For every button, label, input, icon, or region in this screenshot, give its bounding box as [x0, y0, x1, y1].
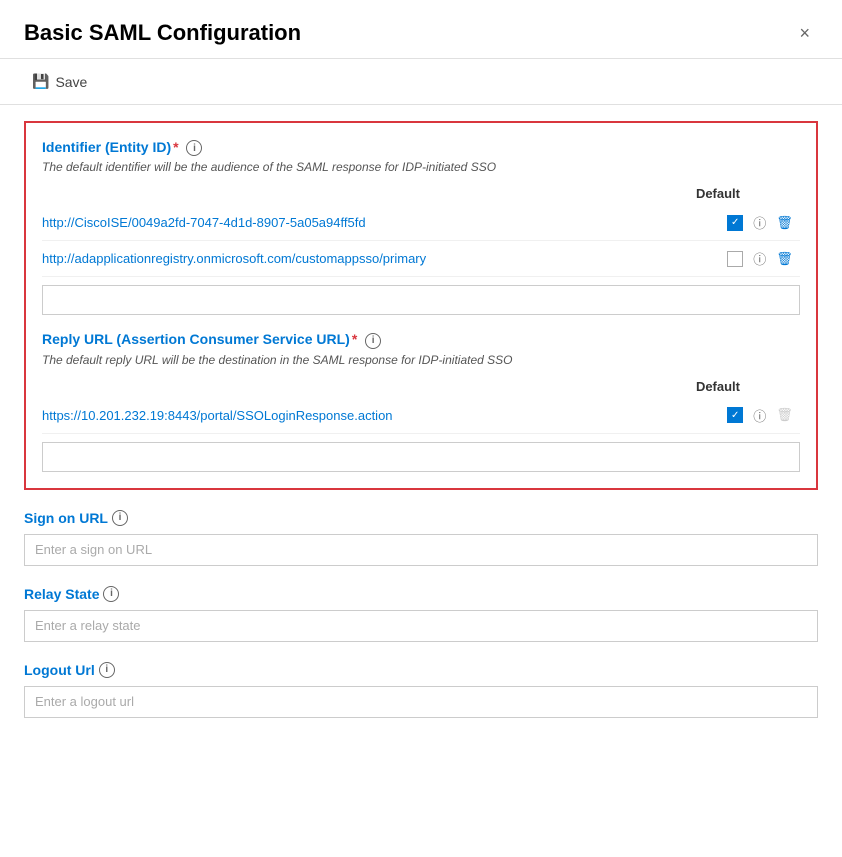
identifier-url-row-2: http://adapplicationregistry.onmicrosoft… — [42, 241, 800, 277]
identifier-default-label: Default — [696, 186, 740, 201]
identifier-url-2-default-checkbox[interactable] — [727, 251, 743, 267]
identifier-section: Identifier (Entity ID)* i The default id… — [42, 139, 800, 315]
save-button[interactable]: 💾 Save — [24, 69, 95, 94]
sign-on-url-info-icon[interactable]: i — [112, 510, 128, 526]
dialog-title: Basic SAML Configuration — [24, 20, 301, 46]
reply-url-info-icon[interactable]: i — [365, 333, 381, 349]
identifier-url-1: http://CiscoISE/0049a2fd-7047-4d1d-8907-… — [42, 215, 720, 230]
reply-url-label: Reply URL (Assertion Consumer Service UR… — [42, 331, 800, 348]
identifier-description: The default identifier will be the audie… — [42, 160, 800, 174]
relay-state-label: Relay State i — [24, 586, 818, 602]
reply-url-default-label: Default — [696, 379, 740, 394]
save-icon: 💾 — [32, 73, 49, 90]
identifier-url-2-delete-icon[interactable]: 🗑 — [776, 251, 793, 267]
required-fields-section: Identifier (Entity ID)* i The default id… — [24, 121, 818, 490]
toolbar: 💾 Save — [0, 59, 842, 105]
identifier-url-1-actions: ⓘ 🗑 — [720, 213, 800, 232]
dialog-body: Identifier (Entity ID)* i The default id… — [0, 105, 842, 762]
identifier-label: Identifier (Entity ID)* i — [42, 139, 800, 156]
sign-on-url-section: Sign on URL i — [24, 510, 818, 566]
save-label: Save — [55, 74, 87, 90]
reply-url-add-input[interactable] — [42, 442, 800, 472]
reply-url-1-info-icon[interactable]: ⓘ — [753, 406, 766, 425]
close-button[interactable]: × — [791, 20, 818, 46]
reply-url-description: The default reply URL will be the destin… — [42, 353, 800, 367]
reply-url-section: Reply URL (Assertion Consumer Service UR… — [42, 331, 800, 471]
dialog-header: Basic SAML Configuration × — [0, 0, 842, 59]
reply-url-1: https://10.201.232.19:8443/portal/SSOLog… — [42, 408, 720, 423]
logout-url-section: Logout Url i — [24, 662, 818, 718]
sign-on-url-label: Sign on URL i — [24, 510, 818, 526]
reply-url-1-actions: ⓘ 🗑 — [720, 406, 800, 425]
identifier-url-2-info-icon[interactable]: ⓘ — [753, 249, 766, 268]
identifier-info-icon[interactable]: i — [186, 140, 202, 156]
reply-url-1-delete-icon: 🗑 — [776, 407, 793, 423]
identifier-url-1-default-checkbox[interactable] — [727, 215, 743, 231]
logout-url-info-icon[interactable]: i — [99, 662, 115, 678]
logout-url-input[interactable] — [24, 686, 818, 718]
identifier-table-header: Default — [42, 186, 800, 201]
identifier-url-1-delete-icon[interactable]: 🗑 — [776, 215, 793, 231]
identifier-add-input[interactable] — [42, 285, 800, 315]
relay-state-info-icon[interactable]: i — [103, 586, 119, 602]
reply-url-row-1: https://10.201.232.19:8443/portal/SSOLog… — [42, 398, 800, 434]
reply-url-table-header: Default — [42, 379, 800, 394]
identifier-url-1-info-icon[interactable]: ⓘ — [753, 213, 766, 232]
reply-url-1-default-checkbox[interactable] — [727, 407, 743, 423]
identifier-url-2: http://adapplicationregistry.onmicrosoft… — [42, 251, 720, 266]
basic-saml-dialog: Basic SAML Configuration × 💾 Save Identi… — [0, 0, 842, 857]
relay-state-section: Relay State i — [24, 586, 818, 642]
identifier-url-row-1: http://CiscoISE/0049a2fd-7047-4d1d-8907-… — [42, 205, 800, 241]
sign-on-url-input[interactable] — [24, 534, 818, 566]
relay-state-input[interactable] — [24, 610, 818, 642]
logout-url-label: Logout Url i — [24, 662, 818, 678]
identifier-url-2-actions: ⓘ 🗑 — [720, 249, 800, 268]
